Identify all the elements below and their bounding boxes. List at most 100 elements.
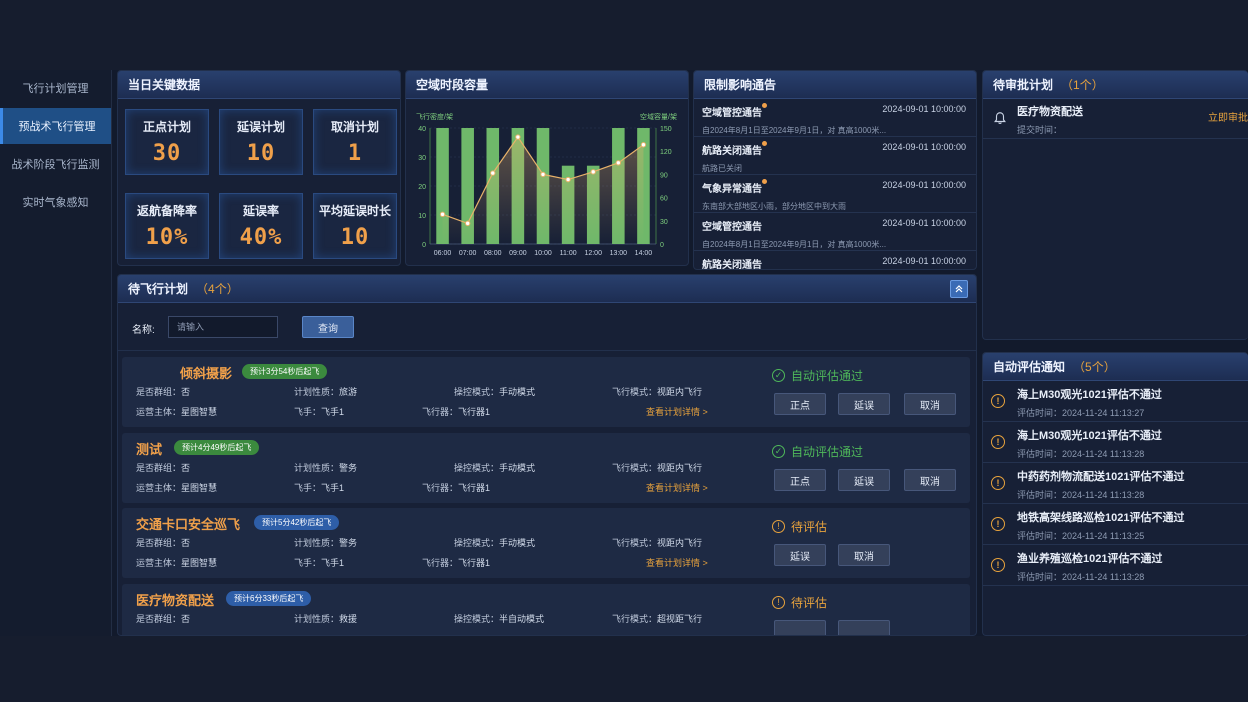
plan-title: 倾斜摄影	[180, 366, 233, 381]
notice-item[interactable]: 航路关闭通告 2024-09-01 10:00:00 航路已关闭	[694, 137, 976, 175]
plan-card[interactable]: 交通卡口安全巡飞 预计5分42秒后起飞 是否群组：否 计划性质：警务 操控模式：…	[122, 508, 970, 578]
cancel-button[interactable]: 取消	[904, 393, 956, 415]
search-button[interactable]: 查询	[302, 316, 354, 338]
y-tick-left: 0	[422, 242, 426, 249]
field-key: 操控模式：	[454, 538, 500, 548]
evaluation-title: 中药药剂物流配送1021评估不通过	[1017, 471, 1185, 483]
field-value: 否	[181, 463, 191, 473]
field-value: 超视距飞行	[657, 614, 703, 624]
panel-title: 限制影响通告	[704, 78, 777, 92]
x-tick-label: 10:00	[534, 250, 552, 257]
field-value: 否	[181, 614, 191, 624]
sidebar-item-flight-plan[interactable]: 飞行计划管理	[0, 70, 111, 106]
evaluation-item[interactable]: ! 渔业养殖巡检1021评估不通过 评估时间：2024-11-24 11:13:28	[983, 545, 1248, 586]
field-key: 操控模式：	[454, 387, 500, 397]
kpi-value: 40%	[239, 225, 283, 250]
plan-card[interactable]: 医疗物资配送 预计6分33秒后起飞 是否群组：否 计划性质：救援 操控模式：半自…	[122, 584, 970, 635]
kpi-value: 10	[340, 225, 370, 250]
approvals-panel-title: 待审批计划 （1个）	[983, 71, 1248, 99]
ontime-button[interactable]: 正点	[774, 469, 826, 491]
time-value: 2024-11-24 11:13:27	[1062, 408, 1145, 418]
approve-now-link[interactable]: 立即审批	[1208, 109, 1248, 124]
notice-item[interactable]: 航路关闭通告 2024-09-01 10:00:00	[694, 251, 976, 269]
evaluation-item[interactable]: ! 海上M30观光1021评估不通过 评估时间：2024-11-24 11:13:2…	[983, 422, 1248, 463]
kpi-panel: 当日关键数据 正点计划 30 延误计划 10 取消计划 1 返航备降率 10% 延误率 4…	[117, 70, 401, 266]
field-value: 星图智慧	[181, 558, 218, 568]
delay-button[interactable]: 延误	[838, 393, 890, 415]
pending-flights-panel: 待飞行计划 （4个） 名称: 查询 倾斜摄影 预计3分54秒后起飞 是否群组：否 …	[117, 274, 977, 636]
y-tick-left: 40	[418, 126, 426, 133]
x-tick-label: 12:00	[584, 250, 602, 257]
notice-item[interactable]: 空域管控通告 2024-09-01 10:00:00 自2024年8月1日至2024…	[694, 213, 976, 251]
kpi-value: 10%	[145, 225, 189, 250]
search-label: 名称:	[132, 325, 155, 336]
field-value: 星图智慧	[181, 407, 218, 417]
sidebar-item-label: 预战术飞行管理	[18, 121, 96, 133]
status-text: 自动评估通过	[791, 445, 864, 459]
warning-circle-icon: !	[991, 558, 1005, 572]
ontime-button[interactable]: 正点	[774, 393, 826, 415]
notice-item[interactable]: 气象异常通告 2024-09-01 10:00:00 东南部大部地区小雨，部分地区…	[694, 175, 976, 213]
search-bar: 名称: 查询	[118, 303, 976, 351]
field-nature: 计划性质：救援	[294, 612, 357, 625]
field-group: 是否群组：否	[136, 461, 190, 474]
field-value: 警务	[339, 538, 358, 548]
view-details-link[interactable]: 查看计划详情 >	[646, 405, 708, 418]
cancel-button[interactable]	[838, 620, 890, 635]
field-pilot: 飞手：飞手1	[294, 556, 344, 569]
notice-desc: 航路已关闭	[702, 164, 742, 173]
notice-time: 2024-09-01 10:00:00	[882, 256, 966, 266]
panel-title: 待审批计划	[993, 78, 1054, 92]
sidebar-item-label: 飞行计划管理	[22, 83, 89, 95]
plan-card[interactable]: 测试 预计4分49秒后起飞 是否群组：否 计划性质：警务 操控模式：手动模式 飞…	[122, 433, 970, 503]
evaluation-time: 评估时间：2024-11-24 11:13:28	[1017, 447, 1248, 460]
plan-card[interactable]: 倾斜摄影 预计3分54秒后起飞 是否群组：否 计划性质：旅游 操控模式：手动模式…	[122, 357, 970, 427]
view-details-link[interactable]: 查看计划详情 >	[646, 556, 708, 569]
cancel-button[interactable]: 取消	[904, 469, 956, 491]
field-key: 操控模式：	[454, 614, 500, 624]
cancel-button[interactable]: 取消	[838, 544, 890, 566]
capacity-point	[590, 169, 596, 175]
sidebar-item-label: 战术阶段飞行监测	[11, 159, 100, 171]
evaluation-panel: 自动评估通知 （5个） ! 海上M30观光1021评估不通过 评估时间：2024-11…	[982, 352, 1248, 636]
delay-button[interactable]: 延误	[774, 544, 826, 566]
search-input[interactable]	[168, 316, 278, 338]
status-badge: ✓ 自动评估通过	[772, 443, 863, 460]
notices-panel-title: 限制影响通告	[694, 71, 976, 99]
sidebar-item-tactical-monitor[interactable]: 战术阶段飞行监测	[0, 146, 111, 182]
delay-button[interactable]: 延误	[838, 469, 890, 491]
eta-badge: 预计6分33秒后起飞	[226, 591, 312, 606]
evaluation-item[interactable]: ! 地铁高架线路巡检1021评估不通过 评估时间：2024-11-24 11:13:…	[983, 504, 1248, 545]
button-label: 延误	[790, 551, 810, 563]
notices-list[interactable]: 空域管控通告 2024-09-01 10:00:00 自2024年8月1日至2024…	[694, 99, 976, 269]
button-label: 取消	[854, 551, 874, 563]
notice-item[interactable]: 空域管控通告 2024-09-01 10:00:00 自2024年8月1日至2024…	[694, 99, 976, 137]
x-tick-label: 06:00	[434, 250, 452, 257]
kpi-card-delayed: 延误计划 10	[219, 109, 303, 175]
sidebar-item-pretactical[interactable]: 预战术飞行管理	[0, 108, 111, 144]
field-key: 飞手：	[294, 483, 322, 493]
capacity-point	[615, 160, 622, 166]
notices-panel: 限制影响通告 空域管控通告 2024-09-01 10:00:00 自2024年8月…	[693, 70, 977, 270]
collapse-button[interactable]	[950, 280, 968, 298]
warning-circle-icon: !	[991, 394, 1005, 408]
x-tick-label: 08:00	[484, 250, 502, 257]
view-details-link[interactable]: 查看计划详情 >	[646, 481, 708, 494]
field-key: 计划性质：	[294, 538, 340, 548]
approval-item[interactable]: 医疗物资配送 提交时间： 立即审批	[983, 99, 1248, 139]
delay-button[interactable]	[774, 620, 826, 635]
field-group: 是否群组：否	[136, 385, 190, 398]
notice-time: 2024-09-01 10:00:00	[882, 180, 966, 190]
field-value: 星图智慧	[181, 483, 218, 493]
evaluation-item[interactable]: ! 海上M30观光1021评估不通过 评估时间：2024-11-24 11:13:2…	[983, 381, 1248, 422]
evaluation-item[interactable]: ! 中药药剂物流配送1021评估不通过 评估时间：2024-11-24 11:13:…	[983, 463, 1248, 504]
plans-list[interactable]: 倾斜摄影 预计3分54秒后起飞 是否群组：否 计划性质：旅游 操控模式：手动模式…	[118, 353, 976, 635]
evaluation-title: 海上M30观光1021评估不通过	[1017, 430, 1162, 442]
field-value: 救援	[339, 614, 358, 624]
time-label: 评估时间：	[1017, 449, 1063, 459]
capacity-point	[464, 220, 471, 227]
field-value: 飞手1	[321, 558, 345, 568]
field-key: 飞行模式：	[612, 614, 658, 624]
sidebar-item-weather[interactable]: 实时气象感知	[0, 184, 111, 220]
field-control: 操控模式：手动模式	[454, 385, 535, 398]
